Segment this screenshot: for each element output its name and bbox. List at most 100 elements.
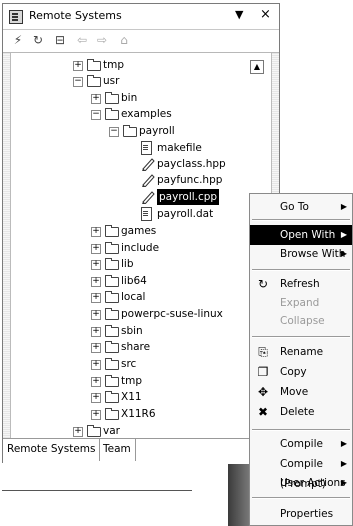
folder-icon [105,108,119,120]
tree-node-label: tmp [103,59,125,71]
collapse-toggle-icon[interactable]: − [109,127,119,137]
folder-icon [87,75,101,87]
expand-toggle-icon[interactable]: + [91,310,101,320]
menu-item-compile-prompt[interactable]: Compile (Prompt) ▶ [250,454,352,490]
remote-tree[interactable]: ▲ + tmp − usr + bin − examples − payroll makefile p… [3,53,279,438]
tab-team[interactable]: Team [99,439,136,461]
menu-item-rename[interactable]: ⎘ Rename [250,342,352,362]
expand-toggle-icon[interactable]: + [91,260,101,270]
expand-toggle-icon[interactable]: + [91,343,101,353]
menu-item-label: Refresh [280,278,320,290]
submenu-arrow-icon: ▶ [340,439,347,448]
context-menu: Go To ▶ Open With ▶ Browse With ▶ ↻ Refresh Expa… [249,193,353,526]
folder-icon [123,125,137,137]
menu-item-move[interactable]: ✥ Move [250,382,352,402]
menu-item-label: Expand [280,297,320,309]
menu-separator [252,497,350,499]
view-menu-button[interactable]: ▼ [235,8,243,21]
menu-item-label: Go To [280,201,309,213]
menu-item-collapse[interactable]: Collapse [250,311,352,331]
expand-toggle-icon[interactable]: + [73,427,83,437]
menu-item-label: User Actions [280,477,346,489]
submenu-arrow-icon: ▶ [340,459,347,468]
menu-separator [252,429,350,431]
expand-toggle-icon[interactable]: + [91,393,101,403]
tab-remote-systems[interactable]: Remote Systems [3,439,101,461]
collapse-all-icon[interactable]: ⊟ [53,33,67,47]
tree-node-label: src [121,358,137,370]
background-divider [2,490,192,491]
tree-node-label: var [103,425,120,437]
menu-item-label: Move [280,386,309,398]
tree-node-label: tmp [121,375,143,387]
file-icon [141,207,152,221]
expand-toggle-icon[interactable]: + [91,94,101,104]
menu-separator [252,336,350,338]
folder-icon [105,308,119,320]
expand-toggle-icon[interactable]: + [91,377,101,387]
menu-item-copy[interactable]: ❐ Copy [250,362,352,382]
collapse-toggle-icon[interactable]: − [91,110,101,120]
refresh-icon[interactable]: ↻ [31,33,45,47]
menu-item-label: Compile [280,438,323,450]
folder-icon [105,358,119,370]
tree-node-label: sbin [121,325,143,337]
connect-icon[interactable]: ⚡ [11,33,25,47]
source-file-icon [141,190,155,205]
view-tab-bar: Remote Systems Team [3,438,279,463]
home-icon[interactable]: ⌂ [117,33,131,47]
source-file-icon [141,173,155,188]
expand-toggle-icon[interactable]: + [91,293,101,303]
menu-item-user-actions[interactable]: User Actions ▶ [250,473,352,493]
tree-node-label: share [121,341,151,353]
menu-item-properties[interactable]: Properties [250,504,352,524]
tree-node-label: payroll [139,125,175,137]
menu-item-label: Properties [280,508,334,520]
expand-toggle-icon[interactable]: + [91,410,101,420]
expand-toggle-icon[interactable]: + [91,360,101,370]
tree-node-label: payroll.cpp [157,189,220,205]
rename-icon: ⎘ [258,345,268,359]
menu-item-delete[interactable]: ✖ Delete [250,402,352,422]
folder-icon [105,275,119,287]
scroll-up-button[interactable]: ▲ [250,60,264,74]
view-title: Remote Systems [29,9,122,22]
submenu-arrow-icon: ▶ [340,202,347,211]
menu-item-open-with[interactable]: Open With ▶ [250,225,352,245]
expand-toggle-icon[interactable]: + [91,244,101,254]
menu-item-go-to[interactable]: Go To ▶ [250,197,352,217]
folder-icon [105,375,119,387]
menu-item-expand[interactable]: Expand [250,293,352,313]
expand-toggle-icon[interactable]: + [73,61,83,71]
view-close-button[interactable]: × [260,7,271,22]
remote-systems-view: Remote Systems ▼ × ⚡ ↻ ⊟ ⇦ ⇨ ⌂ ▲ + tmp − us… [2,3,280,463]
folder-icon [105,92,119,104]
tree-node-label: powerpc-suse-linux [121,308,223,320]
tree-node-label: payroll.dat [157,208,214,220]
menu-item-refresh[interactable]: ↻ Refresh [250,274,352,294]
back-icon[interactable]: ⇦ [75,33,89,47]
tree-node-label: games [121,225,157,237]
menu-item-compile[interactable]: Compile ▶ [250,434,352,454]
forward-icon[interactable]: ⇨ [95,33,109,47]
menu-item-label: Delete [280,406,315,418]
folder-icon [105,325,119,337]
tree-node-label: X11R6 [121,408,156,420]
view-toolbar: ⚡ ↻ ⊟ ⇦ ⇨ ⌂ [3,30,279,53]
move-icon: ✥ [257,385,269,399]
menu-separator [252,219,350,221]
expand-toggle-icon[interactable]: + [91,327,101,337]
menu-item-browse-with[interactable]: Browse With ▶ [250,244,352,264]
menu-separator [252,269,350,271]
folder-icon [105,408,119,420]
tree-node-label: lib64 [121,275,147,287]
menu-item-label: Copy [280,366,307,378]
folder-icon [105,341,119,353]
expand-toggle-icon[interactable]: + [91,227,101,237]
collapse-toggle-icon[interactable]: − [73,77,83,87]
expand-toggle-icon[interactable]: + [91,277,101,287]
tree-node-label: payclass.hpp [157,158,226,170]
folder-icon [105,291,119,303]
submenu-arrow-icon: ▶ [340,230,347,239]
delete-icon: ✖ [257,405,269,419]
